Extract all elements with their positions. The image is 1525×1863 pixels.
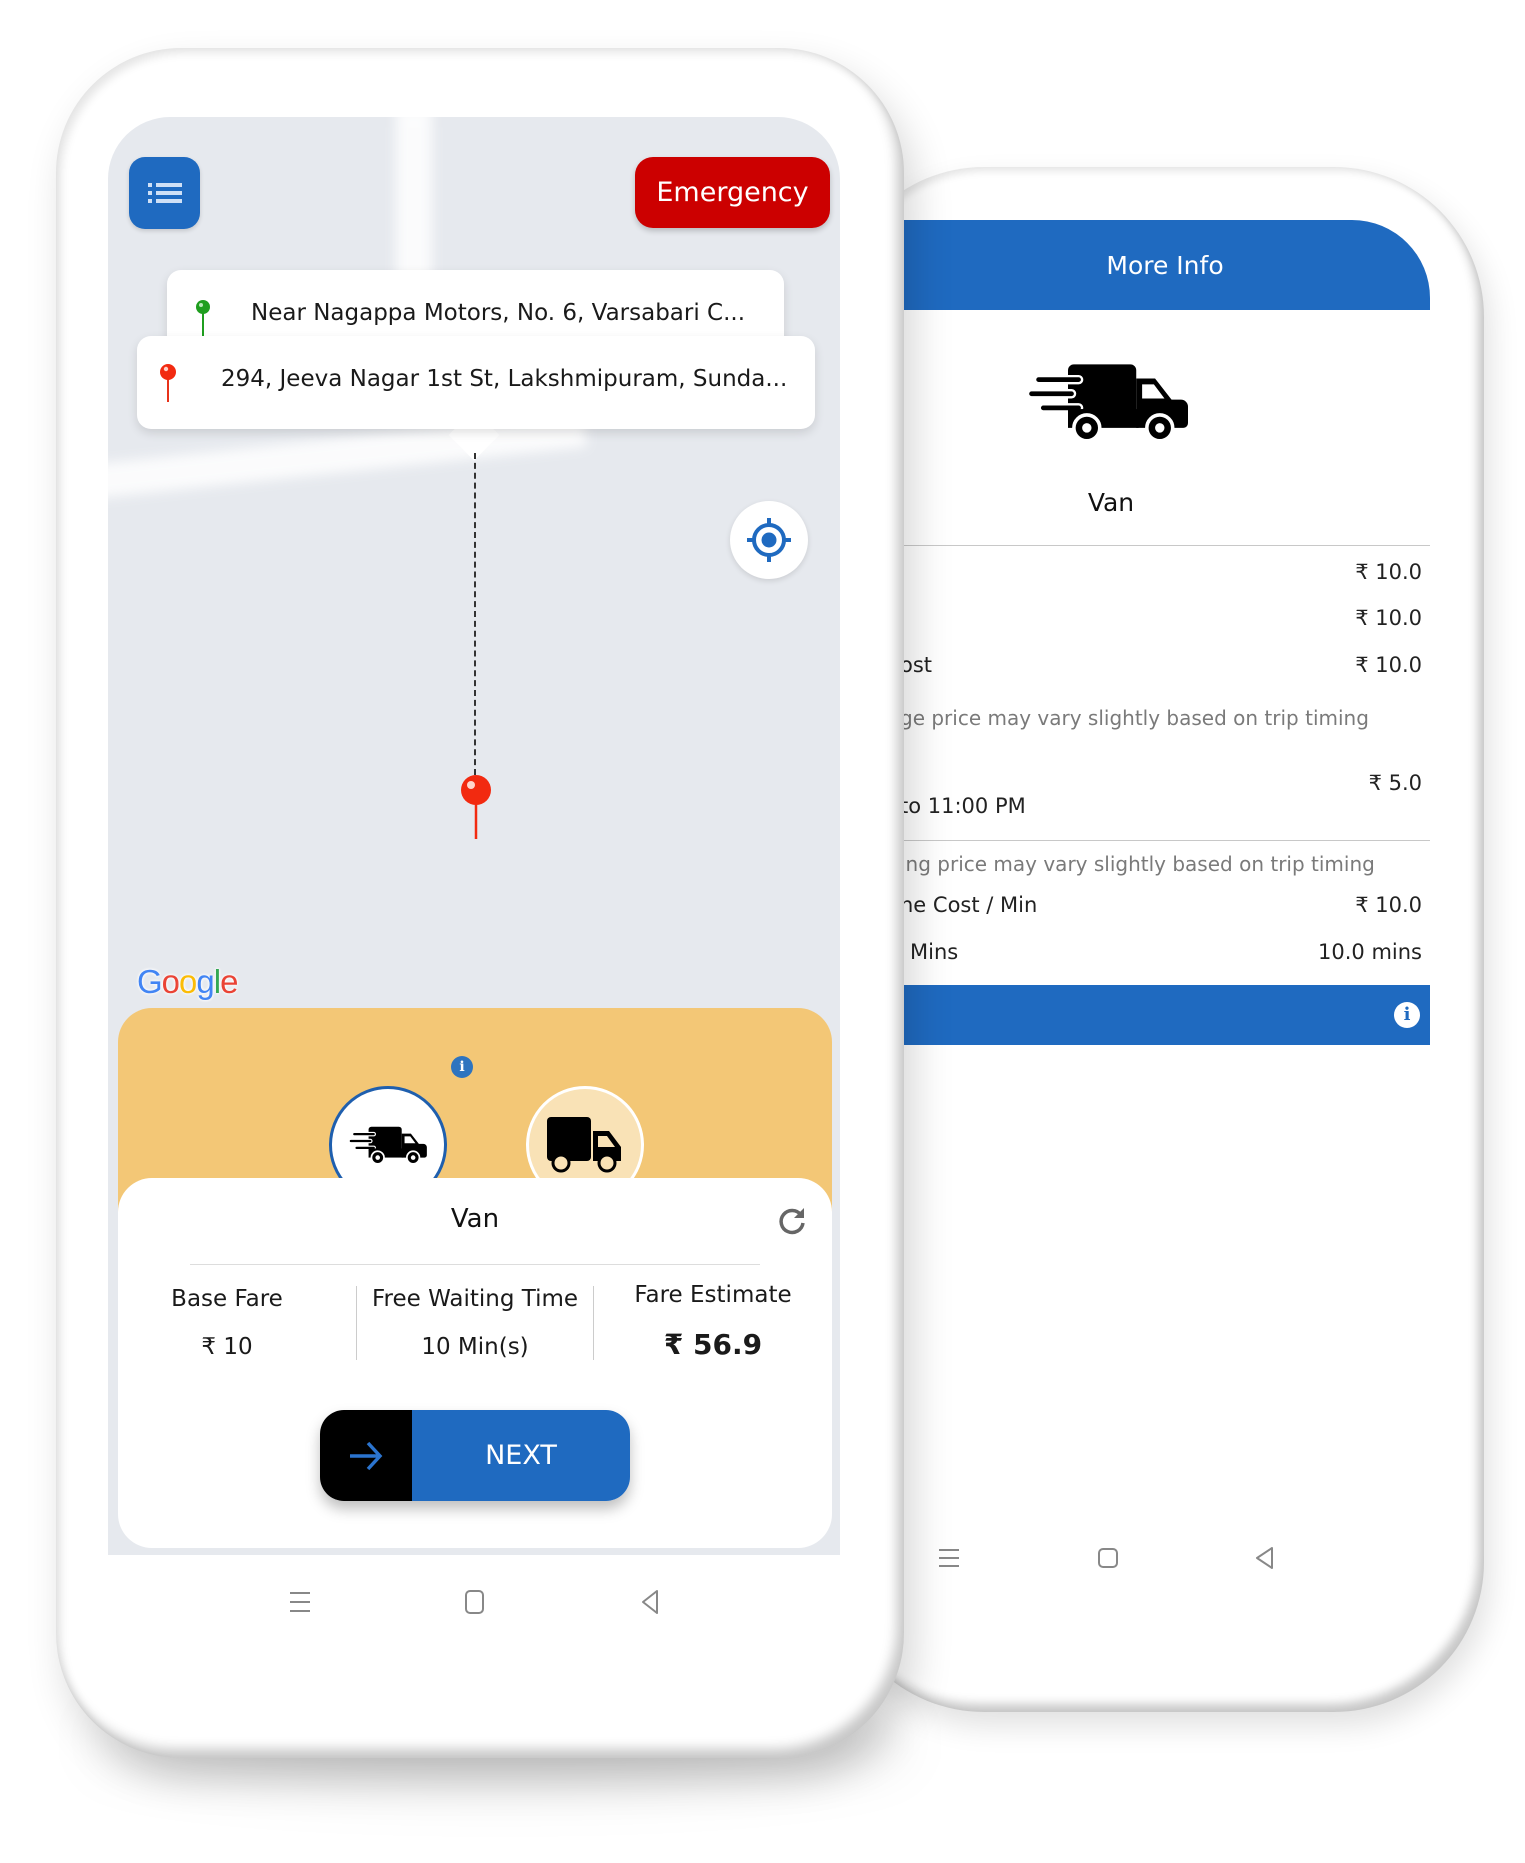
next-arrow-area: [320, 1410, 412, 1501]
list-menu-icon: [147, 183, 182, 203]
info-icon[interactable]: i: [1394, 1002, 1420, 1028]
recents-icon[interactable]: [287, 1589, 313, 1615]
fare-row-label: Mins: [910, 940, 959, 964]
fare-row: Mins 10.0 mins: [870, 940, 1422, 970]
my-location-button[interactable]: [730, 501, 808, 579]
next-label: NEXT: [412, 1410, 630, 1501]
pickup-pin-icon: [196, 300, 210, 338]
google-logo: Google: [137, 963, 238, 1000]
pricing-note: ge price may vary slightly based on trip…: [900, 706, 1369, 730]
divider: [190, 1264, 760, 1265]
home-icon[interactable]: [462, 1589, 488, 1615]
next-button[interactable]: NEXT: [320, 1410, 630, 1501]
my-location-icon: [747, 518, 791, 562]
free-waiting-value: 10 Min(s): [421, 1334, 529, 1360]
night-time-row: to 11:00 PM: [870, 794, 1422, 824]
fare-row: ₹ 10.0: [870, 560, 1422, 590]
info-bar: i: [870, 985, 1430, 1045]
fare-row-label: ost: [900, 653, 933, 677]
fare-row: ne Cost / Min ₹ 10.0: [870, 893, 1422, 923]
fare-estimate-value: ₹ 56.9: [663, 1328, 763, 1361]
selected-vehicle-title: Van: [450, 1204, 500, 1234]
vehicle-name: Van: [1087, 488, 1135, 517]
more-info-screen: More Info Van ₹ 10.0 M ₹ 10.0 ost ₹ 10.0…: [870, 220, 1430, 1600]
fare-row-label: ne Cost / Min: [900, 893, 1038, 917]
route-dashed-line: [474, 453, 476, 775]
free-waiting-column: Free Waiting Time 10 Min(s): [356, 1286, 594, 1360]
recents-icon[interactable]: [936, 1545, 962, 1571]
menu-button[interactable]: [129, 157, 200, 229]
fare-estimate-column: Fare Estimate ₹ 56.9: [594, 1282, 832, 1361]
fare-row-value: ₹ 10.0: [1355, 560, 1422, 584]
more-info-title: More Info: [1106, 250, 1224, 280]
back-icon[interactable]: [637, 1589, 663, 1615]
back-icon[interactable]: [1252, 1545, 1278, 1571]
booking-map-screen: Emergency Near Nagappa Motors, No. 6, Va…: [108, 117, 840, 1555]
divider: [870, 840, 1430, 841]
van-icon: [1026, 364, 1188, 442]
emergency-button[interactable]: Emergency: [635, 157, 830, 228]
drop-pin-icon: [160, 364, 176, 402]
drop-address-field[interactable]: 294, Jeeva Nagar 1st St, Lakshmipuram, S…: [137, 336, 815, 429]
truck-icon: [547, 1117, 621, 1173]
base-fare-value: ₹ 10: [201, 1334, 253, 1360]
drop-address: 294, Jeeva Nagar 1st St, Lakshmipuram, S…: [221, 366, 788, 392]
fare-row-value: ₹ 10.0: [1355, 606, 1422, 630]
night-charge-value: ₹ 5.0: [1368, 771, 1422, 795]
base-fare-column: Base Fare ₹ 10: [108, 1286, 346, 1360]
home-icon[interactable]: [1095, 1545, 1121, 1571]
fare-row: M ₹ 10.0: [870, 606, 1422, 636]
more-info-header: More Info: [870, 220, 1430, 310]
night-time-label: to 11:00 PM: [900, 794, 1026, 818]
fare-row: ost ₹ 10.0: [870, 653, 1422, 683]
pricing-note: ing price may vary slightly based on tri…: [900, 852, 1375, 876]
fare-estimate-label: Fare Estimate: [634, 1282, 792, 1308]
vehicle-info-icon[interactable]: i: [451, 1056, 473, 1078]
free-waiting-label: Free Waiting Time: [371, 1286, 579, 1312]
fare-summary-card: Van Base Fare ₹ 10 Free Waiting Time 10 …: [118, 1178, 832, 1548]
divider: [870, 545, 1430, 546]
refresh-icon[interactable]: [777, 1206, 807, 1236]
van-icon: [348, 1126, 427, 1165]
base-fare-label: Base Fare: [171, 1286, 283, 1312]
fare-row-value: 10.0 mins: [1318, 940, 1422, 964]
fare-row-value: ₹ 10.0: [1355, 653, 1422, 677]
pickup-address: Near Nagappa Motors, No. 6, Varsabari C.…: [251, 300, 746, 326]
fare-row-value: ₹ 10.0: [1355, 893, 1422, 917]
arrow-right-icon: [350, 1441, 383, 1470]
destination-marker-icon: [461, 775, 491, 839]
